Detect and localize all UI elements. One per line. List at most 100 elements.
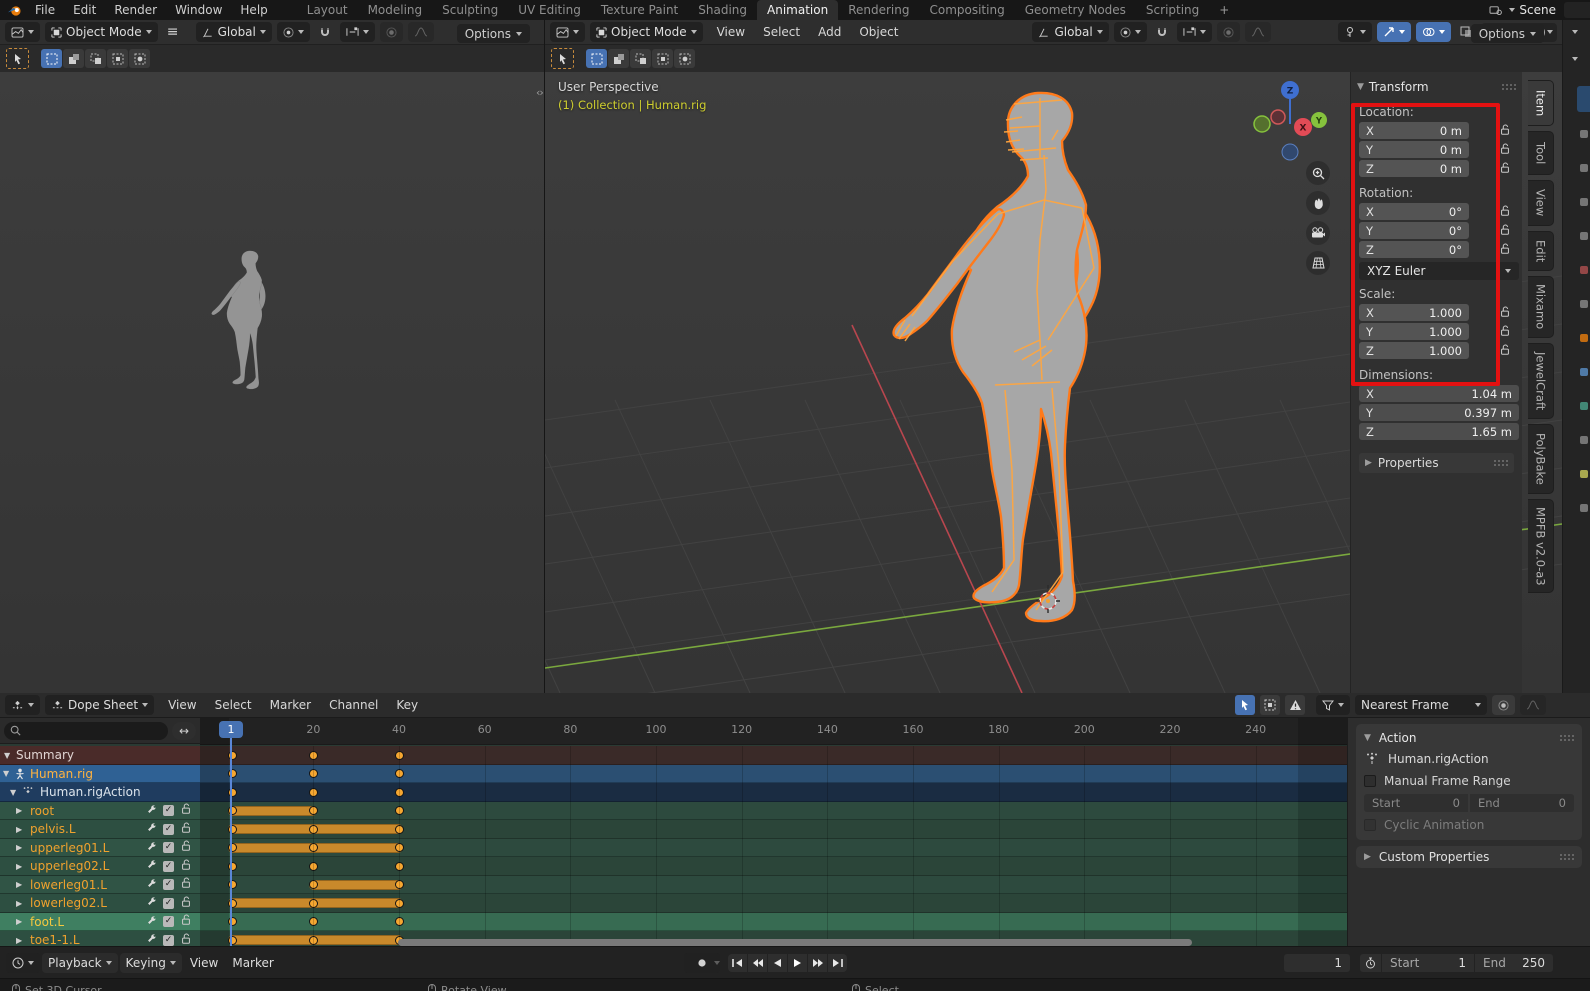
properties-tab-icon[interactable] [1580,232,1588,240]
workspace-tab-compositing[interactable]: Compositing [919,0,1014,20]
location-z-field[interactable]: Z0 m [1359,160,1469,177]
dimensions-z-field[interactable]: Z1.65 m [1359,423,1519,440]
channel-upperleg01.L[interactable]: ▶upperleg01.L✓ [0,839,200,858]
sidebar-tab-polybake[interactable]: PolyBake [1528,424,1554,494]
current-frame-field[interactable]: 1 [1284,954,1350,972]
rotation-x-field[interactable]: X0° [1359,203,1469,220]
next-keyframe-button[interactable] [808,954,827,972]
keyframe-band-Summary[interactable] [200,746,1347,765]
keyframe-hold-bar[interactable] [228,806,317,816]
channel-Summary[interactable]: ▼Summary [0,746,200,765]
select-box-subtract-button[interactable] [630,49,651,68]
expand-triangle-icon[interactable]: ▶ [16,917,22,926]
frame-end-field[interactable]: End250 [1475,954,1553,972]
keyframe-band-Human.rigAction[interactable] [200,783,1347,802]
orientation-select[interactable]: Global [1032,22,1108,42]
show-hidden-toggle[interactable] [1260,695,1280,715]
modifier-wrench-icon[interactable] [146,859,157,873]
lock-icon[interactable] [1499,306,1511,321]
lock-icon[interactable] [1499,243,1511,258]
modifier-wrench-icon[interactable] [146,878,157,892]
navigation-gizmo[interactable]: Z X Y [1245,72,1355,172]
sidebar-tab-mixamo[interactable]: Mixamo [1528,276,1554,338]
workspace-tab-modeling[interactable]: Modeling [358,0,433,20]
lock-icon[interactable] [1499,344,1511,359]
snap-target-select[interactable] [340,22,375,42]
channel-root[interactable]: ▶root✓ [0,802,200,821]
keyframe-band-pelvis.L[interactable] [200,820,1347,839]
lock-icon[interactable] [1499,325,1511,340]
channel-lock-icon[interactable] [180,877,192,892]
play-reverse-button[interactable] [768,954,787,972]
channel-toe1-1.L[interactable]: ▶toe1-1.L✓ [0,931,200,946]
sidebar-tab-edit[interactable]: Edit [1528,231,1554,271]
timeline-ruler[interactable]: 20406080100120140160180200220240 [200,718,1347,745]
action-name[interactable]: Human.rigAction [1388,752,1489,766]
rotation-z-field[interactable]: Z0° [1359,241,1469,258]
snap-target-select[interactable] [1177,22,1212,42]
viewport-menu-view[interactable]: View [708,25,754,39]
action-end-field[interactable]: End0 [1470,794,1574,812]
expand-triangle-icon[interactable]: ▼ [3,769,9,778]
dimensions-x-field[interactable]: X1.04 m [1359,385,1519,402]
channel-enable-checkbox[interactable]: ✓ [163,861,174,872]
timeline-menu-keying[interactable]: Keying [120,953,182,973]
keyframe-hold-bar[interactable] [309,880,403,890]
mode-select[interactable]: Object Mode [45,22,158,42]
editor-type-button[interactable] [5,22,40,42]
menu-edit[interactable]: Edit [64,0,105,20]
snap-magnet-icon[interactable] [1152,22,1172,42]
select-box-new-button[interactable] [41,49,62,68]
sidebar-tab-jewelcraft[interactable]: JewelCraft [1528,343,1554,419]
scene-datablock-icon[interactable] [1485,0,1505,20]
expand-triangle-icon[interactable]: ▶ [16,880,22,889]
workspace-tab-layout[interactable]: Layout [297,0,358,20]
keyframe-band-root[interactable] [200,802,1347,821]
action-start-field[interactable]: Start0 [1364,794,1468,812]
workspace-tab-shading[interactable]: Shading [688,0,757,20]
channel-lock-icon[interactable] [180,896,192,911]
expand-triangle-icon[interactable]: ▶ [16,862,22,871]
select-box-intersect-button[interactable] [129,49,150,68]
expand-triangle-icon[interactable]: ▼ [4,751,10,760]
viewport-menu-object[interactable]: Object [850,25,907,39]
shading-options-chevron[interactable] [1547,30,1553,34]
lock-icon[interactable] [1499,124,1511,139]
modifier-wrench-icon[interactable] [146,896,157,910]
channel-Human.rigAction[interactable]: ▼Human.rigAction [0,783,200,802]
channel-pelvis.L[interactable]: ▶pelvis.L✓ [0,820,200,839]
menu-window[interactable]: Window [166,0,231,20]
channel-enable-checkbox[interactable]: ✓ [163,805,174,816]
lock-icon[interactable] [1499,162,1511,177]
channel-lock-icon[interactable] [180,859,192,874]
jump-to-end-button[interactable] [828,954,847,972]
menu-file[interactable]: File [26,0,64,20]
rot-mode-select[interactable]: XYZ Euler [1359,262,1519,280]
sidebar-tab-tool[interactable]: Tool [1528,131,1554,175]
frame-start-field[interactable]: Start1 [1382,954,1474,972]
select-box-extend-button[interactable] [63,49,84,68]
expand-triangle-icon[interactable]: ▶ [16,806,22,815]
action-panel-title[interactable]: Action [1379,731,1551,745]
snap-mode-select[interactable]: Nearest Frame [1355,695,1487,715]
properties-tab-icon[interactable] [1580,436,1588,444]
proportional-edit-icon[interactable] [1217,22,1240,42]
properties-tab-icon[interactable] [1580,504,1588,512]
transform-panel-title[interactable]: Transform [1369,80,1496,94]
select-box-extend-button[interactable] [608,49,629,68]
keyframe-band-lowerleg02.L[interactable] [200,894,1347,913]
expand-triangle-icon[interactable]: ▼ [10,788,16,797]
tweak-tool-button[interactable] [551,48,574,69]
gizmos-toggle[interactable] [1377,22,1411,42]
channel-upperleg02.L[interactable]: ▶upperleg02.L✓ [0,857,200,876]
options-dropdown[interactable]: Options [1471,24,1544,43]
channel-enable-checkbox[interactable]: ✓ [163,898,174,909]
dopesheet-menu-view[interactable]: View [159,698,205,712]
channel-enable-checkbox[interactable]: ✓ [163,842,174,853]
mode-select[interactable]: Object Mode [590,22,703,42]
modifier-wrench-icon[interactable] [146,915,157,929]
properties-tab-icon[interactable] [1580,470,1588,478]
channel-lock-icon[interactable] [180,933,192,946]
workspace-tab-rendering[interactable]: Rendering [838,0,919,20]
viewport-left-canvas[interactable] [0,72,544,693]
